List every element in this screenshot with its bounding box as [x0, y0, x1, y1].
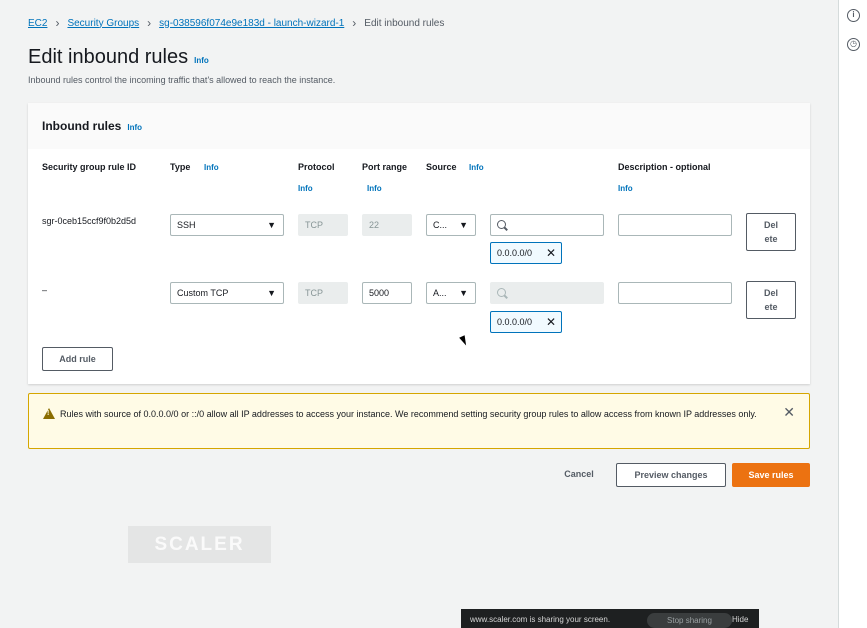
source-token: 0.0.0.0/0 ✕	[490, 242, 562, 264]
page-subtitle: Inbound rules control the incoming traff…	[28, 75, 336, 85]
chevron-right-icon: ›	[352, 16, 357, 30]
cancel-button[interactable]: Cancel	[555, 463, 603, 487]
description-input[interactable]	[618, 282, 732, 304]
col-source: Source	[426, 162, 457, 172]
col-protocol: Protocol	[298, 162, 335, 172]
panel-title-text: Inbound rules	[42, 119, 122, 133]
hide-share-bar-link[interactable]: Hide	[732, 615, 748, 624]
close-icon[interactable]: ✕	[546, 312, 556, 332]
rule-id: sgr-0ceb15ccf9f0b2d5d	[42, 216, 137, 226]
panel-header: Inbound rules Info	[28, 103, 810, 149]
source-type-value: C...	[433, 220, 448, 230]
breadcrumb-ec2[interactable]: EC2	[28, 18, 47, 29]
source-type-value: A...	[433, 288, 447, 298]
delete-label-line1: Del	[763, 288, 778, 298]
col-port-info-link[interactable]: Info	[367, 184, 382, 193]
scaler-watermark-logo: SCALER	[128, 526, 271, 563]
screen-share-bar: www.scaler.com is sharing your screen. S…	[461, 609, 759, 628]
source-token: 0.0.0.0/0 ✕	[490, 311, 562, 333]
source-token-label: 0.0.0.0/0	[497, 248, 533, 258]
delete-rule-button[interactable]: Del ete	[746, 213, 796, 251]
col-type: Type	[170, 162, 191, 172]
panel-info-link[interactable]: Info	[127, 123, 142, 132]
col-rule-id: Security group rule ID	[42, 162, 137, 172]
caret-down-icon: ▼	[267, 220, 276, 230]
port-range-field: 22	[362, 214, 412, 236]
col-protocol-info-link[interactable]: Info	[298, 184, 313, 193]
source-search-input[interactable]	[490, 214, 604, 236]
caret-down-icon: ▼	[459, 288, 468, 298]
source-type-select[interactable]: A... ▼	[426, 282, 476, 304]
close-icon[interactable]: ✕	[783, 404, 795, 421]
panel-title: Inbound rules Info	[42, 119, 142, 133]
main-content: EC2 › Security Groups › sg-038596f074e9e…	[0, 0, 838, 628]
port-range-input[interactable]: 5000	[362, 282, 412, 304]
delete-label-line1: Del	[763, 220, 778, 230]
type-select-value: Custom TCP	[177, 288, 229, 298]
warning-alert: Rules with source of 0.0.0.0/0 or ::/0 a…	[28, 393, 810, 449]
rule-id: –	[42, 285, 48, 295]
source-token-label: 0.0.0.0/0	[497, 317, 533, 327]
breadcrumb-security-group[interactable]: sg-038596f074e9e183d - launch-wizard-1	[159, 18, 344, 29]
info-icon[interactable]: i	[847, 9, 860, 22]
warning-icon	[43, 408, 55, 419]
page-title: Edit inbound rules Info	[28, 46, 209, 69]
page-info-link[interactable]: Info	[194, 56, 209, 65]
preview-changes-button[interactable]: Preview changes	[616, 463, 726, 487]
stop-sharing-button[interactable]: Stop sharing	[647, 613, 732, 628]
caret-down-icon: ▼	[459, 220, 468, 230]
page-title-text: Edit inbound rules	[28, 46, 189, 68]
col-description-info-link[interactable]: Info	[618, 184, 633, 193]
source-type-select[interactable]: C... ▼	[426, 214, 476, 236]
breadcrumb: EC2 › Security Groups › sg-038596f074e9e…	[28, 16, 444, 30]
type-select-value: SSH	[177, 220, 196, 230]
caret-down-icon: ▼	[267, 288, 276, 298]
close-icon[interactable]: ✕	[546, 243, 556, 263]
delete-rule-button[interactable]: Del ete	[746, 281, 796, 319]
inbound-rules-panel: Inbound rules Info Security group rule I…	[28, 103, 810, 384]
search-icon	[497, 288, 506, 297]
source-search-input	[490, 282, 604, 304]
col-type-info-link[interactable]: Info	[204, 163, 219, 172]
type-select[interactable]: Custom TCP ▼	[170, 282, 284, 304]
type-select[interactable]: SSH ▼	[170, 214, 284, 236]
add-rule-button[interactable]: Add rule	[42, 347, 113, 371]
col-source-info-link[interactable]: Info	[469, 163, 484, 172]
clock-icon[interactable]: ◷	[847, 38, 860, 51]
save-rules-button[interactable]: Save rules	[732, 463, 810, 487]
protocol-field: TCP	[298, 282, 348, 304]
search-icon	[497, 220, 506, 229]
description-input[interactable]	[618, 214, 732, 236]
chevron-right-icon: ›	[147, 16, 152, 30]
warning-text: Rules with source of 0.0.0.0/0 or ::/0 a…	[60, 409, 757, 419]
breadcrumb-current: Edit inbound rules	[364, 17, 445, 29]
delete-label-line2: ete	[764, 302, 778, 312]
breadcrumb-security-groups[interactable]: Security Groups	[67, 18, 139, 29]
chevron-right-icon: ›	[55, 16, 60, 30]
share-bar-text: www.scaler.com is sharing your screen.	[470, 615, 611, 624]
col-port-range: Port range	[362, 162, 408, 172]
protocol-field: TCP	[298, 214, 348, 236]
delete-label-line2: ete	[764, 234, 778, 244]
col-description: Description - optional	[618, 162, 711, 172]
right-rail: i ◷	[838, 0, 867, 628]
